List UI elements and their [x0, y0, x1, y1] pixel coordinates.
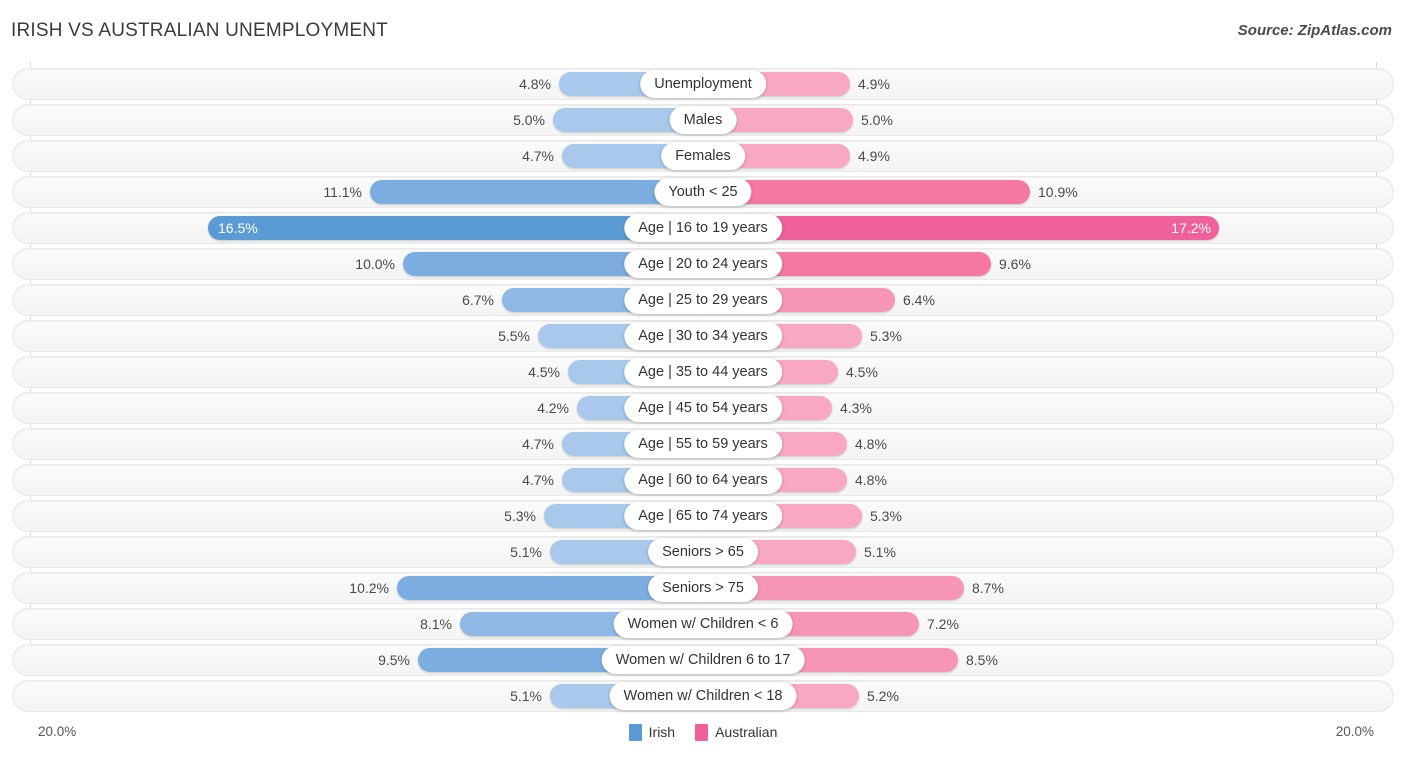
value-label-irish: 8.1% [420, 616, 452, 632]
value-label-australian: 4.8% [855, 436, 887, 452]
plot-area: 4.8% 4.9% Unemployment 5.0% 5.0% Males 4.7% 4.9… [0, 62, 1406, 717]
category-label: Unemployment [640, 70, 766, 98]
legend-swatch-icon [628, 723, 642, 741]
table-row: 5.0% 5.0% Males [0, 104, 1406, 136]
category-label: Age | 25 to 29 years [624, 286, 782, 314]
legend-label: Irish [648, 724, 676, 740]
value-label-irish: 16.5% [218, 220, 258, 236]
value-label-australian: 6.4% [903, 292, 935, 308]
value-label-australian: 5.2% [867, 688, 899, 704]
value-label-australian: 4.8% [855, 472, 887, 488]
category-label: Age | 60 to 64 years [624, 466, 782, 494]
value-label-irish: 5.1% [510, 688, 542, 704]
value-label-irish: 4.8% [519, 76, 551, 92]
chart-footer: 20.0% 20.0% Irish Australian [0, 718, 1406, 757]
table-row: 5.1% 5.2% Women w/ Children < 18 [0, 680, 1406, 712]
value-label-irish: 11.1% [323, 184, 362, 200]
category-label: Females [661, 142, 745, 170]
value-label-australian: 4.9% [858, 76, 890, 92]
value-label-irish: 4.2% [537, 400, 569, 416]
table-row: 6.7% 6.4% Age | 25 to 29 years [0, 284, 1406, 316]
value-label-australian: 7.2% [927, 616, 959, 632]
table-row: 10.2% 8.7% Seniors > 75 [0, 572, 1406, 604]
category-label: Women w/ Children < 6 [613, 610, 793, 638]
value-label-irish: 10.2% [349, 580, 389, 596]
value-label-australian: 5.0% [861, 112, 893, 128]
category-label: Women w/ Children 6 to 17 [601, 646, 805, 674]
value-label-australian: 4.3% [840, 400, 872, 416]
category-label: Age | 55 to 59 years [624, 430, 782, 458]
value-label-australian: 9.6% [999, 256, 1031, 272]
value-label-irish: 4.7% [522, 148, 554, 164]
value-label-irish: 10.0% [355, 256, 395, 272]
legend-item[interactable]: Australian [695, 723, 778, 741]
table-row: 4.5% 4.5% Age | 35 to 44 years [0, 356, 1406, 388]
value-label-australian: 5.1% [864, 544, 896, 560]
table-row: 16.5% 17.2% Age | 16 to 19 years [0, 212, 1406, 244]
category-label: Age | 65 to 74 years [624, 502, 782, 530]
table-row: 4.7% 4.8% Age | 55 to 59 years [0, 428, 1406, 460]
value-label-australian: 8.5% [966, 652, 998, 668]
value-label-irish: 5.0% [513, 112, 545, 128]
category-label: Age | 16 to 19 years [624, 214, 782, 242]
table-row: 10.0% 9.6% Age | 20 to 24 years [0, 248, 1406, 280]
category-label: Seniors > 65 [648, 538, 758, 566]
table-row: 9.5% 8.5% Women w/ Children 6 to 17 [0, 644, 1406, 676]
value-label-australian: 4.5% [846, 364, 878, 380]
value-label-australian: 10.9% [1038, 184, 1078, 200]
bar-australian[interactable] [703, 180, 1030, 204]
bar-rows: 4.8% 4.9% Unemployment 5.0% 5.0% Males 4.7% 4.9… [0, 68, 1406, 716]
chart-page: IRISH VS AUSTRALIAN UNEMPLOYMENT Source:… [0, 0, 1406, 757]
value-label-irish: 5.5% [498, 328, 530, 344]
table-row: 5.5% 5.3% Age | 30 to 34 years [0, 320, 1406, 352]
legend-label: Australian [715, 724, 778, 740]
legend-swatch-icon [695, 723, 709, 741]
page-title: IRISH VS AUSTRALIAN UNEMPLOYMENT [11, 20, 388, 41]
value-label-irish: 5.3% [504, 508, 536, 524]
value-label-australian: 8.7% [972, 580, 1004, 596]
value-label-australian: 4.9% [858, 148, 890, 164]
value-label-irish: 4.7% [522, 436, 554, 452]
value-label-australian: 17.2% [1171, 220, 1211, 236]
table-row: 5.3% 5.3% Age | 65 to 74 years [0, 500, 1406, 532]
category-label: Age | 35 to 44 years [624, 358, 782, 386]
category-label: Age | 45 to 54 years [624, 394, 782, 422]
source-attribution: Source: ZipAtlas.com [1237, 22, 1392, 39]
value-label-irish: 4.5% [528, 364, 560, 380]
legend-item[interactable]: Irish [628, 723, 676, 741]
category-label: Seniors > 75 [648, 574, 758, 602]
table-row: 4.8% 4.9% Unemployment [0, 68, 1406, 100]
chart-legend: Irish Australian [0, 718, 1406, 746]
table-row: 8.1% 7.2% Women w/ Children < 6 [0, 608, 1406, 640]
value-label-irish: 6.7% [462, 292, 494, 308]
bar-irish[interactable] [370, 180, 703, 204]
table-row: 4.2% 4.3% Age | 45 to 54 years [0, 392, 1406, 424]
table-row: 4.7% 4.9% Females [0, 140, 1406, 172]
category-label: Males [669, 106, 737, 134]
value-label-australian: 5.3% [870, 328, 902, 344]
value-label-irish: 9.5% [378, 652, 410, 668]
value-label-australian: 5.3% [870, 508, 902, 524]
value-label-irish: 4.7% [522, 472, 554, 488]
table-row: 4.7% 4.8% Age | 60 to 64 years [0, 464, 1406, 496]
category-label: Youth < 25 [654, 178, 752, 206]
table-row: 5.1% 5.1% Seniors > 65 [0, 536, 1406, 568]
table-row: 11.1% 10.9% Youth < 25 [0, 176, 1406, 208]
category-label: Age | 30 to 34 years [624, 322, 782, 350]
value-label-irish: 5.1% [510, 544, 542, 560]
category-label: Women w/ Children < 18 [609, 682, 797, 710]
category-label: Age | 20 to 24 years [624, 250, 782, 278]
